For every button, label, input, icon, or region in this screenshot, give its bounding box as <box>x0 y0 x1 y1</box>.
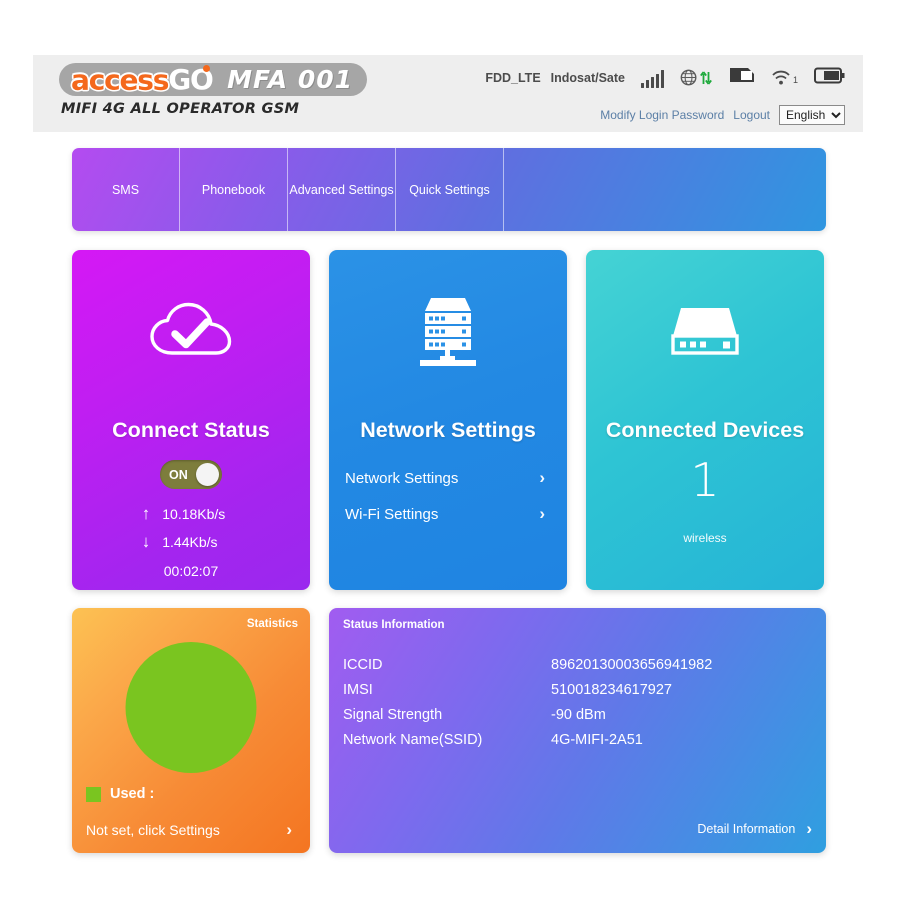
download-speed-row: ↓ 1.44Kb/s <box>72 533 310 550</box>
network-settings-card[interactable]: Network Settings Network Settings › Wi-F… <box>329 250 567 590</box>
carrier-label: Indosat/Sate <box>550 70 625 85</box>
connected-devices-sublabel: wireless <box>683 531 727 545</box>
logout-link[interactable]: Logout <box>733 108 770 122</box>
table-row: Network Name(SSID) 4G-MIFI-2A51 <box>343 727 812 752</box>
header-links: Modify Login Password Logout English <box>600 105 845 125</box>
connect-toggle-knob <box>196 463 219 486</box>
connection-uptime: 00:02:07 <box>163 563 219 579</box>
connected-devices-count: 1 <box>690 453 720 507</box>
link-network-settings[interactable]: Network Settings › <box>345 460 551 496</box>
chevron-right-icon: › <box>286 820 292 839</box>
upload-speed-value: 10.18Kb/s <box>162 505 226 522</box>
wifi-client-count: 1 <box>792 75 798 85</box>
table-row: IMSI 510018234617927 <box>343 677 812 702</box>
link-network-settings-label: Network Settings <box>345 469 459 487</box>
status-information-title: Status Information <box>343 619 445 631</box>
statistics-card[interactable]: Statistics Used : Not set, click Setting… <box>72 608 310 853</box>
status-key-ssid: Network Name(SSID) <box>343 731 483 748</box>
brand-subtitle: MIFI 4G ALL OPERATOR GSM <box>61 101 300 117</box>
usage-pie-chart <box>125 642 257 773</box>
link-wifi-settings-label: Wi-Fi Settings <box>345 505 439 523</box>
download-speed-value: 1.44Kb/s <box>162 533 218 550</box>
detail-information-label: Detail Information <box>697 822 796 836</box>
server-rack-icon <box>329 286 567 378</box>
connect-toggle-wrap: ON <box>72 460 310 489</box>
statistics-label: Statistics <box>246 618 298 630</box>
cloud-check-icon <box>72 286 310 378</box>
network-settings-title: Network Settings <box>360 418 536 442</box>
network-settings-links: Network Settings › Wi-Fi Settings › <box>329 460 567 532</box>
wifi-icon: 1 <box>771 69 798 86</box>
logo-dot-icon <box>202 65 210 73</box>
table-row: Signal Strength -90 dBm <box>343 702 812 727</box>
tab-sms[interactable]: SMS <box>72 148 180 231</box>
logo-access-text: access <box>71 63 169 97</box>
logo-go-text: GO <box>168 63 214 97</box>
status-value-imsi: 510018234617927 <box>551 681 672 698</box>
connect-toggle[interactable]: ON <box>160 460 222 489</box>
connect-status-card[interactable]: Connect Status ON ↑ 10.18Kb/s ↓ 1.44Kb/s… <box>72 250 310 590</box>
language-select[interactable]: English <box>779 105 845 125</box>
data-arrows-icon <box>700 69 712 86</box>
router-admin-page: accessGO MFA 001 MIFI 4G ALL OPERATOR GS… <box>0 0 900 900</box>
status-information-table: ICCID 89620130003656941982 IMSI 51001823… <box>343 652 812 752</box>
detail-information-link[interactable]: Detail Information › <box>697 819 812 839</box>
connected-devices-card[interactable]: Connected Devices 1 wireless <box>586 250 824 590</box>
status-key-signal-strength: Signal Strength <box>343 706 443 723</box>
upload-speed-row: ↑ 10.18Kb/s <box>72 505 310 522</box>
globe-data-icon <box>680 68 712 87</box>
signal-bars-icon <box>640 68 664 88</box>
status-key-imsi: IMSI <box>343 681 373 698</box>
logo-pill: accessGO MFA 001 <box>59 63 368 97</box>
statistics-legend: Used : <box>86 786 154 802</box>
status-value-signal-strength: -90 dBm <box>551 706 606 723</box>
main-tab-bar: SMS Phonebook Advanced Settings Quick Se… <box>72 148 826 231</box>
network-type-label: FDD_LTE <box>485 70 541 85</box>
page-header: accessGO MFA 001 MIFI 4G ALL OPERATOR GS… <box>33 55 863 132</box>
table-row: ICCID 89620130003656941982 <box>343 652 812 677</box>
tab-bar-filler <box>504 148 826 231</box>
upload-arrow-icon: ↑ <box>141 504 151 523</box>
chevron-right-icon: › <box>539 468 545 487</box>
tab-quick-settings[interactable]: Quick Settings <box>396 148 504 231</box>
link-wifi-settings[interactable]: Wi-Fi Settings › <box>345 496 551 532</box>
header-status-row: FDD_LTE Indosat/Sate 1 <box>485 65 845 90</box>
router-device-icon <box>586 286 824 378</box>
sim-card-icon <box>728 65 755 90</box>
modify-login-password-link[interactable]: Modify Login Password <box>600 108 724 122</box>
download-arrow-icon: ↓ <box>141 532 151 551</box>
status-information-card: Status Information ICCID 896201300036569… <box>329 608 826 853</box>
legend-label-used: Used : <box>110 786 155 802</box>
chevron-right-icon: › <box>806 819 812 838</box>
connect-status-title: Connect Status <box>112 418 270 442</box>
connected-devices-title: Connected Devices <box>605 418 805 442</box>
chevron-right-icon: › <box>539 504 545 523</box>
statistics-footer-text: Not set, click Settings <box>86 822 220 838</box>
logo-model-text: MFA 001 <box>227 65 354 95</box>
tab-phonebook[interactable]: Phonebook <box>180 148 288 231</box>
brand-logo: accessGO MFA 001 <box>59 63 368 97</box>
statistics-settings-link[interactable]: Not set, click Settings › <box>86 820 298 840</box>
connect-toggle-label: ON <box>169 467 188 482</box>
status-key-iccid: ICCID <box>343 656 383 673</box>
status-value-iccid: 89620130003656941982 <box>551 656 713 673</box>
status-value-ssid: 4G-MIFI-2A51 <box>551 731 643 748</box>
battery-icon <box>814 66 845 90</box>
tab-advanced-settings[interactable]: Advanced Settings <box>288 148 396 231</box>
legend-swatch-used <box>86 786 101 802</box>
